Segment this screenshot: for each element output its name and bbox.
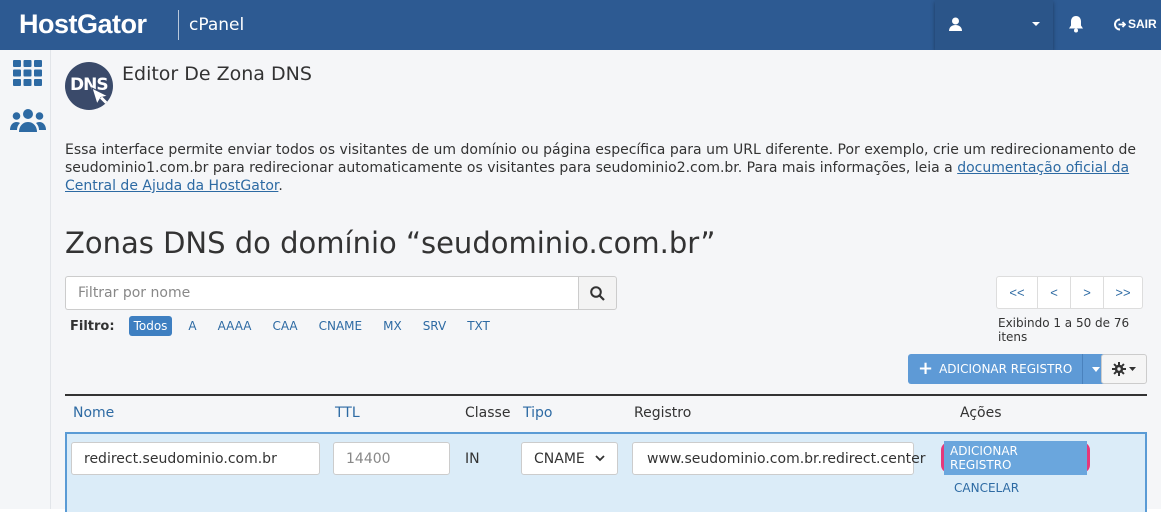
type-filter: Filtro: Todos A AAAA CAA CNAME MX SRV TX… <box>70 316 506 336</box>
dns-icon: DNS <box>65 62 113 110</box>
save-record-highlight: ADICIONAR REGISTRO <box>941 440 1090 475</box>
page-first-button[interactable]: << <box>996 276 1038 309</box>
settings-button[interactable] <box>1101 354 1147 384</box>
add-record-button[interactable]: + ADICIONAR REGISTRO <box>908 354 1083 384</box>
filter-srv[interactable]: SRV <box>418 316 452 336</box>
ttl-input[interactable]: 14400 <box>333 442 450 475</box>
record-value-input[interactable]: www.seudominio.com.br.redirect.center <box>632 442 926 475</box>
record-type-select[interactable]: CNAME <box>521 442 618 475</box>
header-record: Registro <box>634 405 692 421</box>
page-last-button[interactable]: >> <box>1103 276 1143 309</box>
filter-aaaa[interactable]: AAAA <box>213 316 257 336</box>
chevron-down-icon <box>1032 22 1040 26</box>
record-class: IN <box>465 451 480 467</box>
pagination-info: Exibindo 1 a 50 de 76 itens <box>998 316 1130 344</box>
filter-label: Filtro: <box>70 318 115 334</box>
chevron-down-icon <box>1129 367 1136 371</box>
description-end: . <box>278 178 283 194</box>
product-name: cPanel <box>189 15 245 35</box>
brand-logo[interactable]: HostGator <box>19 9 147 40</box>
search-bar <box>65 276 617 310</box>
header-actions: Ações <box>960 405 1002 421</box>
top-bar: HostGator cPanel SAIR <box>0 0 1161 50</box>
page-title: Editor De Zona DNS <box>122 63 312 85</box>
user-icon <box>949 17 962 36</box>
header-name[interactable]: Nome <box>73 405 114 421</box>
gear-icon <box>1112 362 1126 376</box>
logout-button[interactable]: SAIR <box>1113 17 1157 31</box>
add-record-group: + ADICIONAR REGISTRO <box>908 354 1109 384</box>
filter-caa[interactable]: CAA <box>267 316 302 336</box>
header-ttl[interactable]: TTL <box>335 405 360 421</box>
page-description: Essa interface permite enviar todos os v… <box>65 141 1145 195</box>
sidebar <box>0 50 51 509</box>
search-icon <box>590 285 605 301</box>
search-button[interactable] <box>578 276 617 310</box>
page-next-button[interactable]: > <box>1070 276 1104 309</box>
user-menu[interactable] <box>935 0 1053 50</box>
logout-icon <box>1114 18 1126 30</box>
filter-txt[interactable]: TXT <box>462 316 495 336</box>
plus-icon: + <box>918 358 934 379</box>
filter-a[interactable]: A <box>183 316 201 336</box>
add-record-label: ADICIONAR REGISTRO <box>939 362 1073 376</box>
chevron-down-icon <box>1091 366 1100 372</box>
users-icon[interactable] <box>10 108 46 139</box>
save-record-button[interactable]: ADICIONAR REGISTRO <box>944 440 1087 475</box>
search-input[interactable] <box>65 276 578 310</box>
logo-separator <box>178 10 179 40</box>
logout-label: SAIR <box>1128 17 1157 31</box>
main-content: DNS Editor De Zona DNS Essa interface pe… <box>51 50 1161 512</box>
record-name-input[interactable]: redirect.seudominio.com.br <box>71 442 320 475</box>
header-type[interactable]: Tipo <box>523 405 552 421</box>
record-type-value: CNAME <box>534 450 585 467</box>
pagination: << < > >> <box>996 276 1143 309</box>
bell-icon[interactable] <box>1068 15 1084 38</box>
header-class: Classe <box>465 405 511 421</box>
apps-grid-icon[interactable] <box>13 60 42 91</box>
filter-cname[interactable]: CNAME <box>314 316 368 336</box>
cancel-link[interactable]: CANCELAR <box>954 481 1019 495</box>
new-record-row: redirect.seudominio.com.br 14400 IN CNAM… <box>65 432 1147 512</box>
page-prev-button[interactable]: < <box>1037 276 1071 309</box>
table-top-border <box>65 394 1147 396</box>
chevron-down-icon <box>595 455 605 462</box>
zone-title: Zonas DNS do domínio “seudominio.com.br” <box>65 226 716 260</box>
filter-mx[interactable]: MX <box>378 316 407 336</box>
filter-todos[interactable]: Todos <box>128 316 173 336</box>
